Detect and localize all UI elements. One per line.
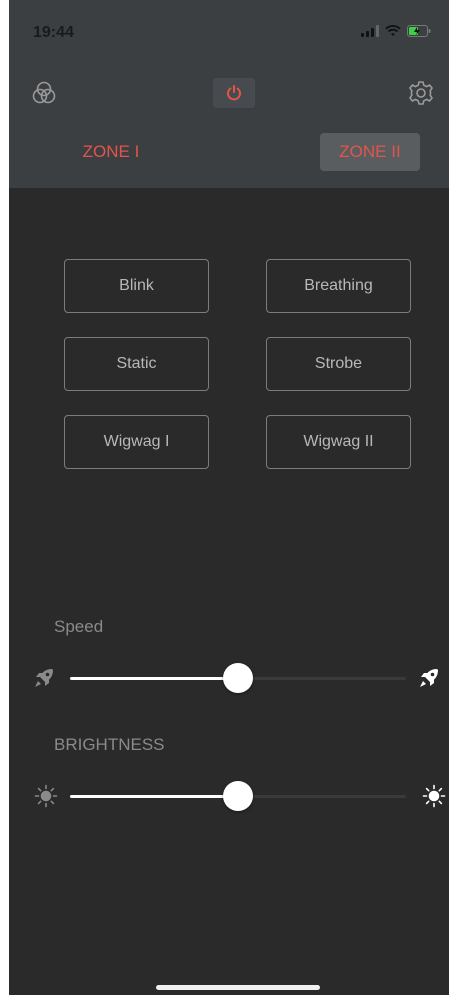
mode-wigwag-1-button[interactable]: Wigwag I [64,415,209,469]
home-indicator [156,985,320,990]
zone-2-tab[interactable]: ZONE II [320,133,420,171]
power-icon [227,85,241,101]
app-screen: 19:44 ZONE I ZONE II Blink Breathing Sta… [9,0,449,995]
brightness-label: BRIGHTNESS [54,735,165,754]
wifi-icon [385,25,401,37]
mode-blink-button[interactable]: Blink [64,259,209,313]
sun-icon [422,784,446,808]
brightness-slider-fill [70,795,238,798]
battery-icon [407,25,431,37]
sun-icon [34,784,58,808]
status-icons [361,25,431,37]
palette-icon[interactable] [31,80,57,106]
status-time: 19:44 [33,24,74,41]
top-bar: 19:44 ZONE I ZONE II [9,0,449,188]
gear-icon[interactable] [407,79,435,107]
mode-static-button[interactable]: Static [64,337,209,391]
mode-breathing-button[interactable]: Breathing [266,259,411,313]
mode-wigwag-2-button[interactable]: Wigwag II [266,415,411,469]
power-button[interactable] [213,78,255,108]
signal-icon [361,25,379,37]
brightness-slider-thumb[interactable] [223,781,253,811]
mode-strobe-button[interactable]: Strobe [266,337,411,391]
rocket-icon [32,666,56,690]
speed-slider[interactable] [70,663,406,693]
speed-slider-fill [70,677,238,680]
brightness-slider[interactable] [70,781,406,811]
speed-label: Speed [54,617,104,636]
zone-1-tab[interactable]: ZONE I [71,133,151,171]
rocket-icon [417,666,441,690]
speed-slider-thumb[interactable] [223,663,253,693]
